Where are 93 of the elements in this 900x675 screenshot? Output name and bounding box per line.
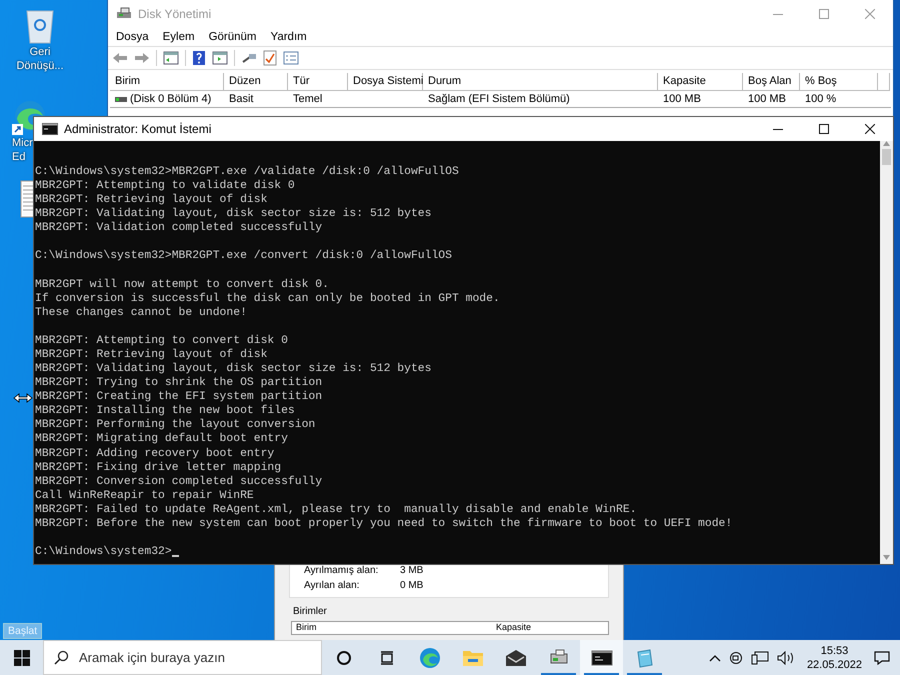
- console-line: These changes cannot be undone!: [35, 306, 248, 320]
- column-header[interactable]: Birim: [110, 73, 224, 91]
- window-title: Disk Yönetimi: [138, 7, 212, 21]
- console-line: MBR2GPT: Failed to update ReAgent.xml, please try to manually disable and enable WinRE.: [35, 502, 638, 517]
- column-header[interactable]: Düzen: [224, 73, 288, 91]
- terminal-icon[interactable]: [590, 648, 612, 666]
- table-cell: Temel: [293, 93, 322, 105]
- desktop-icon-label: Micr: [12, 136, 33, 150]
- notification-icon[interactable]: [874, 650, 890, 664]
- chevron-up-icon[interactable]: [708, 654, 721, 662]
- checklist-icon[interactable]: [263, 50, 277, 66]
- speaker-icon[interactable]: [776, 650, 795, 664]
- table-cell: 100 MB: [748, 93, 786, 105]
- field-label: Ayrılan alan:: [304, 580, 360, 591]
- close-icon[interactable]: [865, 124, 875, 134]
- console-line: If conversion is successful the disk can only be booted in GPT mode.: [35, 292, 501, 306]
- console-line: MBR2GPT: Attempting to convert disk 0: [35, 334, 289, 348]
- table-cell: Basit: [229, 93, 254, 105]
- field-value: 0 MB: [400, 580, 424, 591]
- date-text: 22.05.2022: [806, 658, 862, 672]
- scrollbar[interactable]: [880, 141, 893, 564]
- taskbar-button[interactable]: [580, 640, 623, 675]
- column-header[interactable]: % Boş: [800, 73, 878, 91]
- console-line: MBR2GPT: Retrieving layout of disk: [35, 348, 268, 362]
- console-line: MBR2GPT: Retrieving layout of disk: [35, 193, 268, 208]
- column-header[interactable]: Kapasite: [658, 73, 743, 91]
- column-header[interactable]: Dosya Sistemi: [348, 73, 423, 91]
- console-line: MBR2GPT: Adding recovery boot entry: [35, 446, 276, 461]
- console-line: MBR2GPT: Validating layout, disk sector size is: 512 bytes: [35, 207, 432, 222]
- circle-icon[interactable]: [336, 650, 352, 666]
- menu-item[interactable]: Eylem: [162, 31, 195, 43]
- document-icon[interactable]: [20, 180, 34, 218]
- action-pane-icon[interactable]: [212, 51, 228, 65]
- column-header[interactable]: Tür: [288, 73, 348, 91]
- console-line: MBR2GPT: Before the new system can boot properly you need to switch the firmware to boot to UEFI mode!: [35, 516, 734, 532]
- help-icon[interactable]: [192, 50, 206, 66]
- console-line: MBR2GPT: Creating the EFI system partition: [35, 390, 324, 404]
- camera-icon[interactable]: [728, 650, 743, 666]
- desktop-icon-label: Ed: [12, 150, 26, 164]
- forward-arrow-icon[interactable]: [134, 52, 150, 64]
- console-line: C:\Windows\system32>: [35, 545, 172, 560]
- network-icon[interactable]: [750, 650, 769, 664]
- notepad-icon[interactable]: [634, 648, 654, 668]
- column-header[interactable]: Kapasite: [492, 622, 582, 634]
- console-line: MBR2GPT will now attempt to convert disk 0.: [35, 278, 330, 292]
- clock[interactable]: 15:53 22.05.2022: [802, 644, 866, 672]
- console-tree-icon[interactable]: [163, 51, 179, 65]
- console-line: C:\Windows\system32>MBR2GPT.exe /validate /disk:0 /allowFullOS: [35, 165, 460, 180]
- task-view-icon[interactable]: [378, 650, 394, 666]
- terminal-icon: [42, 123, 58, 135]
- disk-management-icon: [116, 7, 132, 21]
- column-header[interactable]: Boş Alan: [743, 73, 800, 91]
- menu-item[interactable]: Dosya: [116, 31, 149, 43]
- section-label: Birimler: [293, 606, 328, 617]
- console-line: MBR2GPT: Conversion completed successfully: [35, 474, 324, 489]
- window-title: Administrator: Komut İstemi: [64, 122, 212, 136]
- table-cell: 100 %: [805, 93, 836, 105]
- scrollbar-thumb[interactable]: [882, 149, 891, 165]
- tooltip: Başlat: [3, 623, 42, 639]
- desktop-icon-label: Geri: [30, 45, 50, 59]
- volume-icon: [115, 96, 127, 102]
- table-cell: (Disk 0 Bölüm 4): [130, 93, 212, 105]
- field-value: 3 MB: [400, 565, 424, 576]
- column-header[interactable]: Durum: [423, 73, 658, 91]
- back-arrow-icon[interactable]: [112, 52, 128, 64]
- console-line: MBR2GPT: Attempting to validate disk 0: [35, 179, 296, 194]
- table-cell: Sağlam (EFI Sistem Bölümü): [428, 93, 570, 105]
- field-label: Ayrılmamış alan:: [304, 565, 380, 576]
- console-line: MBR2GPT: Migrating default boot entry: [35, 432, 289, 447]
- search-icon: [54, 650, 69, 665]
- console-line: MBR2GPT: Performing the layout conversion: [35, 418, 316, 432]
- properties-icon[interactable]: [283, 51, 299, 65]
- console-line: MBR2GPT: Validating layout, disk sector size is: 512 bytes: [35, 362, 432, 376]
- table-cell: 100 MB: [663, 93, 701, 105]
- console-line: MBR2GPT: Trying to shrink the OS partition: [35, 376, 324, 390]
- console-line: MBR2GPT: Validation completed successfully: [35, 221, 324, 236]
- console-line: MBR2GPT: Fixing drive letter mapping: [35, 460, 282, 475]
- console-line: C:\Windows\system32>MBR2GPT.exe /convert /disk:0 /allowFullOS: [35, 249, 453, 264]
- column-header[interactable]: Birim: [292, 622, 492, 634]
- connect-icon[interactable]: [241, 52, 257, 64]
- maximize-icon[interactable]: [819, 124, 829, 134]
- search-field[interactable]: Aramak için buraya yazın: [43, 640, 322, 675]
- menu-item[interactable]: Yardım: [270, 31, 307, 43]
- console-line: Call WinReReapir to repair WinRE: [35, 488, 255, 503]
- envelope-icon[interactable]: [504, 648, 526, 666]
- windows-logo-icon[interactable]: [14, 650, 30, 666]
- time-text: 15:53: [820, 644, 848, 658]
- menu-item[interactable]: Görünüm: [208, 31, 256, 43]
- folder-icon[interactable]: [462, 648, 484, 666]
- minimize-icon[interactable]: [773, 128, 783, 130]
- desktop-icon-label: Dönüşü...: [16, 59, 64, 73]
- text-cursor: [172, 555, 179, 558]
- console-line: MBR2GPT: Installing the new boot files: [35, 404, 296, 418]
